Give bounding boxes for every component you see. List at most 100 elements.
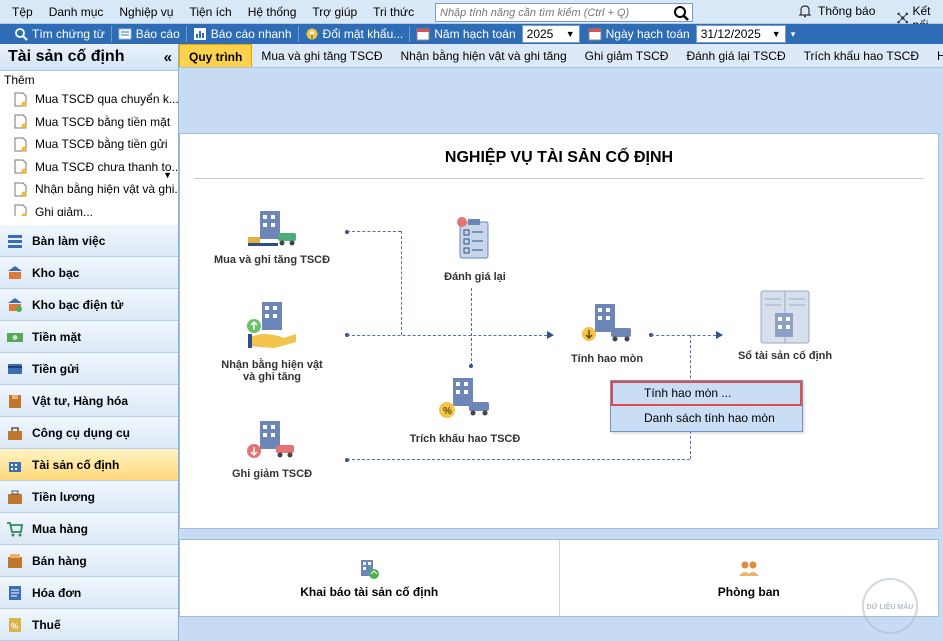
calc-wear-menu-item[interactable]: Tính hao mòn ... bbox=[611, 381, 802, 406]
menu-file[interactable]: Tệp bbox=[0, 5, 41, 19]
calendar-icon bbox=[588, 28, 602, 41]
document-icon bbox=[14, 204, 27, 216]
menu-system[interactable]: Hệ thống bbox=[240, 5, 305, 19]
tab-wear[interactable]: Hao mòn TSCĐ bbox=[928, 44, 943, 67]
nav-label: Bàn làm việc bbox=[32, 233, 106, 248]
notification-button[interactable]: Thông báo bbox=[798, 4, 875, 18]
tab-revaluation[interactable]: Đánh giá lại TSCĐ bbox=[677, 44, 794, 67]
fiscal-year-select[interactable]: 2025 ▼ bbox=[521, 25, 580, 43]
nav-tax[interactable]: % Thuế bbox=[0, 609, 178, 641]
people-icon bbox=[738, 561, 759, 576]
node-depreciation[interactable]: % Trích khấu hao TSCĐ bbox=[405, 374, 525, 445]
nav-desk[interactable]: Bàn làm việc bbox=[0, 225, 178, 257]
nav-label: Bán hàng bbox=[32, 553, 87, 568]
cash-icon bbox=[7, 332, 23, 342]
change-password-button[interactable]: Đổi mật khẩu... bbox=[299, 24, 410, 44]
node-label: Sổ tài sản cố định bbox=[737, 350, 833, 362]
svg-text:%: % bbox=[443, 406, 452, 417]
document-icon bbox=[14, 114, 27, 129]
e-treasury-icon bbox=[8, 297, 22, 312]
nav-fixed-assets[interactable]: Tài sản cố định bbox=[0, 449, 178, 481]
sidebar-title: Tài sản cố định bbox=[8, 48, 125, 65]
quick-add-list: Mua TSCĐ qua chuyển k... Mua TSCĐ bằng t… bbox=[0, 88, 178, 216]
nav-sales[interactable]: Bán hàng bbox=[0, 545, 178, 577]
add-section-label: Thêm bbox=[4, 73, 35, 87]
quick-add-item[interactable]: Mua TSCĐ chưa thanh to... bbox=[0, 156, 178, 179]
node-ledger[interactable]: Sổ tài sản cố định bbox=[725, 287, 845, 362]
menu-knowledge[interactable]: Tri thức bbox=[365, 5, 422, 19]
quick-report-button[interactable]: Báo cáo nhanh bbox=[187, 24, 298, 44]
collapse-sidebar-button[interactable]: « bbox=[164, 49, 172, 66]
node-label: Đánh giá lại bbox=[444, 271, 506, 283]
salary-icon bbox=[8, 490, 22, 504]
receive-asset-icon bbox=[247, 302, 296, 348]
tab-depreciation[interactable]: Trích khấu hao TSCĐ bbox=[795, 44, 928, 67]
menu-utilities[interactable]: Tiện ích bbox=[181, 5, 239, 19]
posting-date-value: 31/12/2025 bbox=[700, 27, 761, 41]
quick-add-item[interactable]: Mua TSCĐ qua chuyển k... bbox=[0, 88, 178, 111]
shortcut-panel: Khai báo tài sản cố định Phòng ban bbox=[179, 539, 939, 617]
menu-operations[interactable]: Nghiệp vụ bbox=[111, 5, 181, 19]
node-wear[interactable]: Tính hao mòn bbox=[562, 300, 652, 365]
document-icon bbox=[14, 92, 27, 107]
nav-treasury[interactable]: Kho bạc bbox=[0, 257, 178, 289]
nav-cash[interactable]: Tiền mặt bbox=[0, 321, 178, 353]
menu-help[interactable]: Trợ giúp bbox=[304, 5, 365, 19]
posting-date-label: Ngày hạch toán bbox=[605, 27, 690, 41]
nav-inventory[interactable]: Vật tư, Hàng hóa bbox=[0, 385, 178, 417]
posting-date-picker[interactable]: 31/12/2025 ▼ bbox=[695, 25, 786, 43]
nav-deposit[interactable]: Tiền gửi bbox=[0, 353, 178, 385]
nav-label: Tài sản cố định bbox=[32, 457, 120, 472]
chevron-down-icon: ▼ bbox=[565, 29, 575, 39]
tab-decrease[interactable]: Ghi giảm TSCĐ bbox=[576, 44, 678, 67]
nav-e-treasury[interactable]: Kho bạc điện tử bbox=[0, 289, 178, 321]
tab-receive-in-kind[interactable]: Nhận bằng hiện vật và ghi tăng bbox=[392, 44, 576, 67]
nav-label: Kho bạc điện tử bbox=[32, 297, 124, 312]
quick-add-item[interactable]: Mua TSCĐ bằng tiền gửi bbox=[0, 133, 178, 156]
search-icon[interactable] bbox=[672, 5, 690, 21]
node-label: Nhận bằng hiện vật bbox=[221, 359, 323, 371]
node-buy-increase[interactable]: Mua và ghi tăng TSCĐ bbox=[202, 207, 342, 266]
node-receive-in-kind[interactable]: Nhận bằng hiện vật và ghi tăng bbox=[202, 300, 342, 383]
nav-label: Tiền gửi bbox=[32, 361, 80, 376]
svg-text:%: % bbox=[11, 622, 18, 631]
wear-icon bbox=[582, 304, 631, 342]
declare-fixed-asset-shortcut[interactable]: Khai báo tài sản cố định bbox=[180, 540, 560, 616]
quick-add-label: Ghi giảm... bbox=[35, 204, 94, 216]
nav-purchase[interactable]: Mua hàng bbox=[0, 513, 178, 545]
chevron-down-icon: ▼ bbox=[771, 29, 781, 39]
menu-catalog[interactable]: Danh mục bbox=[41, 5, 112, 19]
feature-search-input[interactable] bbox=[436, 6, 668, 19]
scroll-down-icon[interactable]: ▼ bbox=[163, 170, 172, 180]
find-voucher-button[interactable]: Tìm chứng từ bbox=[0, 24, 111, 44]
tab-process[interactable]: Quy trình bbox=[179, 44, 253, 67]
connector-line bbox=[347, 459, 690, 460]
quick-add-item[interactable]: Nhận bằng hiện vật và ghi... bbox=[0, 178, 178, 201]
quick-add-item[interactable]: Mua TSCĐ bằng tiền mặt bbox=[0, 111, 178, 134]
nav-tools[interactable]: Công cụ dụng cụ bbox=[0, 417, 178, 449]
nav-salary[interactable]: Tiền lương bbox=[0, 481, 178, 513]
node-decrease[interactable]: Ghi giảm TSCĐ bbox=[202, 419, 342, 480]
invoice-icon bbox=[9, 585, 21, 600]
toolbar-overflow-icon[interactable]: ▾ bbox=[786, 29, 796, 40]
node-label: Trích khấu hao TSCĐ bbox=[409, 433, 521, 445]
node-label: Tính hao mòn bbox=[570, 353, 644, 365]
sidebar-header: Tài sản cố định « bbox=[0, 44, 178, 71]
tax-icon: % bbox=[9, 617, 21, 632]
tab-buy-increase[interactable]: Mua và ghi tăng TSCĐ bbox=[252, 44, 391, 67]
node-revaluation[interactable]: Đánh giá lại bbox=[425, 216, 525, 283]
quick-add-label: Mua TSCĐ chưa thanh to... bbox=[35, 159, 178, 174]
menu-bar: Tệp Danh mục Nghiệp vụ Tiện ích Hệ thống… bbox=[0, 0, 943, 32]
report-button[interactable]: Báo cáo bbox=[112, 24, 186, 44]
document-icon bbox=[14, 159, 27, 174]
buy-asset-icon bbox=[248, 211, 296, 246]
bell-icon bbox=[798, 5, 812, 18]
node-label: Ghi giảm TSCĐ bbox=[231, 468, 313, 480]
nav-invoice[interactable]: Hóa đơn bbox=[0, 577, 178, 609]
fiscal-year-label: Năm hạch toán bbox=[434, 27, 516, 41]
report-icon bbox=[118, 28, 132, 40]
quick-add-item[interactable]: Ghi giảm... bbox=[0, 201, 178, 216]
wear-list-menu-item[interactable]: Danh sách tính hao mòn bbox=[611, 406, 802, 431]
document-icon bbox=[14, 182, 27, 197]
fiscal-year-label-box: Năm hạch toán bbox=[410, 24, 521, 44]
